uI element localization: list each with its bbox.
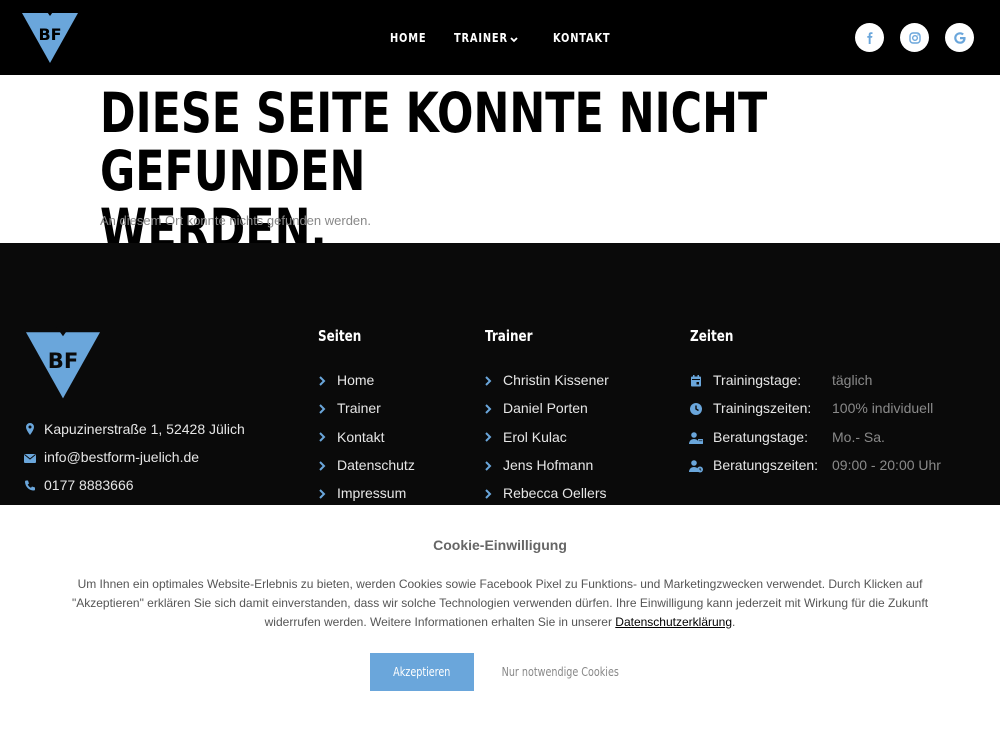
site-header: BF HOME TRAINER KONTAKT bbox=[0, 0, 1000, 75]
svg-text:BF: BF bbox=[38, 25, 61, 44]
zeiten-value-beratungstage: Mo.- Sa. bbox=[832, 429, 885, 445]
footer-link-christin-kissener[interactable]: Christin Kissener bbox=[503, 372, 609, 388]
chevron-right-icon bbox=[485, 489, 492, 499]
footer-heading-seiten: Seiten bbox=[318, 327, 362, 345]
footer-link-datenschutz[interactable]: Datenschutz bbox=[337, 457, 415, 473]
footer-logo-icon: BF bbox=[26, 327, 100, 399]
chevron-right-icon bbox=[485, 461, 492, 471]
chevron-right-icon bbox=[319, 376, 326, 386]
user-clock-icon bbox=[689, 460, 703, 473]
chevron-down-icon[interactable] bbox=[509, 32, 519, 43]
nav-kontakt[interactable]: KONTAKT bbox=[553, 31, 610, 45]
chevron-right-icon bbox=[485, 376, 492, 386]
footer-link-trainer[interactable]: Trainer bbox=[337, 400, 381, 416]
footer-phone[interactable]: 0177 8883666 bbox=[44, 477, 134, 493]
necessary-label: Nur notwendige Cookies bbox=[501, 665, 619, 679]
footer-link-kontakt[interactable]: Kontakt bbox=[337, 429, 384, 445]
footer-link-erol-kulac[interactable]: Erol Kulac bbox=[503, 429, 567, 445]
chevron-right-icon bbox=[485, 432, 492, 442]
chevron-right-icon bbox=[319, 461, 326, 471]
zeiten-value-trainingszeiten: 100% individuell bbox=[832, 400, 934, 416]
footer-address: Kapuzinerstraße 1, 52428 Jülich bbox=[44, 421, 245, 437]
svg-text:BF: BF bbox=[48, 348, 79, 373]
zeiten-value-beratungszeiten: 09:00 - 20:00 Uhr bbox=[832, 457, 941, 473]
zeiten-label-trainingstage: Trainingstage: bbox=[713, 372, 802, 388]
footer-link-home[interactable]: Home bbox=[337, 372, 374, 388]
facebook-icon bbox=[866, 31, 872, 44]
instagram-button[interactable] bbox=[900, 23, 929, 52]
zeiten-label-beratungstage: Beratungstage: bbox=[713, 429, 808, 445]
cookie-body: Um Ihnen ein optimales Website-Erlebnis … bbox=[71, 577, 929, 629]
nav-home[interactable]: HOME bbox=[390, 31, 426, 45]
clock-icon bbox=[690, 403, 702, 415]
page-title-line1: DIESE SEITE KONNTE NICHT GEFUNDEN bbox=[100, 81, 768, 203]
footer-link-jens-hofmann[interactable]: Jens Hofmann bbox=[503, 457, 593, 473]
chevron-right-icon bbox=[319, 432, 326, 442]
accept-label: Akzeptieren bbox=[393, 665, 451, 679]
footer-link-impressum[interactable]: Impressum bbox=[337, 485, 406, 501]
facebook-button[interactable] bbox=[855, 23, 884, 52]
calendar-icon bbox=[691, 375, 701, 387]
footer-heading-zeiten: Zeiten bbox=[690, 327, 734, 345]
nav-trainer[interactable]: TRAINER bbox=[454, 31, 508, 45]
footer-link-rebecca-oellers[interactable]: Rebecca Oellers bbox=[503, 485, 607, 501]
cookie-text-end: . bbox=[732, 615, 736, 629]
page-title: DIESE SEITE KONNTE NICHT GEFUNDEN WERDEN… bbox=[100, 84, 997, 258]
accept-cookies-button[interactable]: Akzeptieren bbox=[370, 653, 474, 691]
instagram-icon bbox=[908, 31, 921, 44]
cookie-text: Um Ihnen ein optimales Website-Erlebnis … bbox=[50, 575, 950, 632]
zeiten-label-beratungszeiten: Beratungszeiten: bbox=[713, 457, 819, 473]
logo-icon: BF bbox=[22, 9, 78, 63]
phone-icon bbox=[25, 480, 35, 491]
google-icon bbox=[953, 31, 966, 44]
chevron-right-icon bbox=[319, 404, 326, 414]
logo[interactable]: BF bbox=[22, 9, 78, 70]
user-calendar-icon bbox=[689, 432, 703, 444]
zeiten-value-trainingstage: täglich bbox=[832, 372, 873, 388]
chevron-right-icon bbox=[485, 404, 492, 414]
footer-heading-trainer: Trainer bbox=[485, 327, 533, 345]
footer-link-daniel-porten[interactable]: Daniel Porten bbox=[503, 400, 588, 416]
necessary-cookies-button[interactable]: Nur notwendige Cookies bbox=[490, 653, 630, 691]
chevron-right-icon bbox=[319, 489, 326, 499]
envelope-icon bbox=[24, 454, 36, 463]
cookie-title: Cookie-Einwilligung bbox=[433, 537, 567, 553]
google-button[interactable] bbox=[945, 23, 974, 52]
location-pin-icon bbox=[26, 423, 34, 435]
privacy-policy-link[interactable]: Datenschutzerklärung bbox=[615, 615, 732, 629]
page-subtitle: An diesem Ort konnte nichts gefunden wer… bbox=[100, 213, 371, 228]
footer-email[interactable]: info@bestform-juelich.de bbox=[44, 449, 199, 465]
footer-logo[interactable]: BF bbox=[25, 327, 101, 406]
zeiten-label-trainingszeiten: Trainingszeiten: bbox=[713, 400, 812, 416]
